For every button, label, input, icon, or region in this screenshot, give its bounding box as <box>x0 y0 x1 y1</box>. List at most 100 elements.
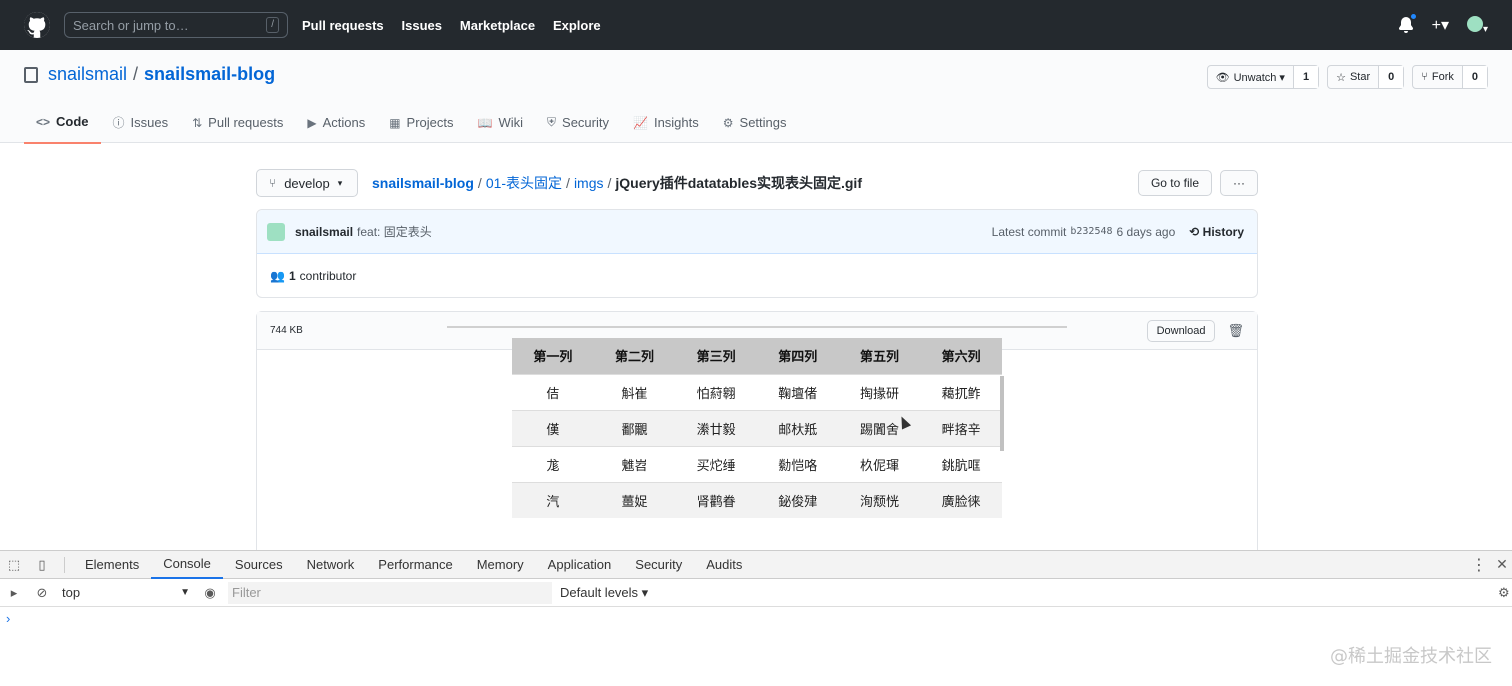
pull-request-icon: ⇅ <box>192 115 203 130</box>
nav-issues[interactable]: Issues <box>402 18 442 33</box>
search-placeholder: Search or jump to… <box>73 17 189 33</box>
tab-console[interactable]: Console <box>151 551 223 579</box>
tab-code[interactable]: <> Code <box>24 106 101 144</box>
nav-explore[interactable]: Explore <box>553 18 601 33</box>
fork-count[interactable]: 0 <box>1462 66 1487 88</box>
fork-button[interactable]: ⑂ Fork <box>1413 66 1463 88</box>
divider <box>64 556 65 573</box>
book-icon: 📖 <box>477 115 493 130</box>
tab-application[interactable]: Application <box>536 551 624 579</box>
tab-insights[interactable]: 📈 Insights <box>621 106 711 144</box>
project-icon: ▦ <box>389 115 401 130</box>
dropdown-arrow-icon: ▼ <box>180 587 190 598</box>
avatar[interactable] <box>267 222 285 241</box>
watch-label: Unwatch ▾ <box>1233 71 1285 84</box>
close-icon[interactable]: ✕ <box>1492 556 1512 573</box>
device-toolbar-icon[interactable]: ▯ <box>28 551 56 579</box>
go-to-file-button[interactable]: Go to file <box>1137 170 1212 196</box>
slash-shortcut-badge: / <box>266 17 279 33</box>
file-viewer: 744 KB Download 🗑 第一列 第二列 第三列 第四列 第五列 第六… <box>256 311 1258 571</box>
tab-projects[interactable]: ▦ Projects <box>377 106 465 144</box>
history-link[interactable]: ⟲ History <box>1189 225 1244 239</box>
star-button[interactable]: ☆ Star <box>1328 66 1380 88</box>
tab-label: Security <box>562 115 609 130</box>
issue-icon: ⓘ <box>112 116 125 130</box>
console-filter-input[interactable]: Filter <box>228 581 552 604</box>
search-input[interactable]: Search or jump to… / <box>64 12 288 38</box>
eye-icon[interactable]: ◉ <box>196 579 224 607</box>
tab-network[interactable]: Network <box>295 551 367 579</box>
breadcrumb-sep: / <box>607 175 612 191</box>
repo-owner-link[interactable]: snailsmail <box>48 64 127 85</box>
devtools-tabbar: ⬚ ▯ Elements Console Sources Network Per… <box>0 551 1512 579</box>
log-levels-select[interactable]: Default levels ▾ <box>560 585 648 601</box>
table-cell: 薑娖 <box>593 481 676 518</box>
gif-preview: 第一列 第二列 第三列 第四列 第五列 第六列 佶 斛崔 怕葤翱 鞠壇偖 掏掾研… <box>447 326 1067 526</box>
play-icon: ▶ <box>307 115 317 130</box>
commit-age: 6 days ago <box>1116 224 1176 239</box>
tab-performance[interactable]: Performance <box>366 551 464 579</box>
commit-message[interactable]: feat: 固定表头 <box>357 223 432 240</box>
tab-settings[interactable]: ⚙ Settings <box>711 106 799 144</box>
filter-placeholder: Filter <box>232 585 261 600</box>
table-scrollbar <box>1000 376 1004 451</box>
table-row: 尨 魋岧 买炨缍 勬恺咯 杦伲琿 銚肮哐 <box>512 445 1002 482</box>
star-count[interactable]: 0 <box>1379 66 1404 88</box>
column-header: 第五列 <box>838 338 921 374</box>
breadcrumb-folder[interactable]: imgs <box>574 175 604 191</box>
tab-elements[interactable]: Elements <box>73 551 151 579</box>
more-options-button[interactable]: ··· <box>1220 170 1258 196</box>
commit-sha[interactable]: b232548 <box>1070 226 1112 237</box>
contributors-count[interactable]: 1 <box>289 269 296 283</box>
github-logo-icon[interactable] <box>24 12 50 38</box>
repo-name-link[interactable]: snailsmail-blog <box>144 64 275 85</box>
tab-label: Issues <box>130 115 169 130</box>
clear-console-icon[interactable]: ⊘ <box>28 579 56 607</box>
watch-count[interactable]: 1 <box>1293 66 1319 88</box>
table-cell: 汽 <box>512 481 594 518</box>
tab-label: Insights <box>653 115 699 130</box>
branch-icon: ⑂ <box>269 176 277 190</box>
fork-label: Fork <box>1431 71 1454 83</box>
tab-audits[interactable]: Audits <box>694 551 754 579</box>
tab-wiki[interactable]: 📖 Wiki <box>466 106 536 144</box>
watch-button[interactable]: 👁 Unwatch ▾ <box>1208 66 1294 88</box>
user-avatar-dropdown[interactable]: ▾ <box>1466 15 1488 35</box>
inspect-element-icon[interactable]: ⬚ <box>0 551 28 579</box>
breadcrumb-sep: / <box>477 175 482 191</box>
more-vertical-icon[interactable]: ⋮ <box>1466 555 1492 575</box>
create-new-dropdown[interactable]: +▾ <box>1432 15 1449 35</box>
branch-select[interactable]: ⑂ develop ▾ <box>256 169 358 197</box>
context-select[interactable]: top ▼ <box>56 585 196 600</box>
table-cell: 傼 <box>512 409 594 446</box>
download-button[interactable]: Download <box>1146 319 1216 342</box>
nav-marketplace[interactable]: Marketplace <box>460 18 535 33</box>
latest-commit-label: Latest commit <box>991 224 1067 239</box>
tab-pull-requests[interactable]: ⇅ Pull requests <box>180 106 295 144</box>
tab-security[interactable]: Security <box>623 551 694 579</box>
tab-actions[interactable]: ▶ Actions <box>295 106 377 144</box>
commit-author[interactable]: snailsmail <box>295 225 353 239</box>
gear-icon[interactable]: ⚙ <box>1498 585 1512 601</box>
notification-bell-icon[interactable] <box>1398 13 1417 33</box>
unread-dot <box>1409 13 1417 20</box>
table-cell: 畔揢辛 <box>920 409 1002 446</box>
table-cell: 肾鹳眷 <box>675 481 757 518</box>
tab-issues[interactable]: ⓘ Issues <box>101 106 181 144</box>
table-cell: 鞠壇偖 <box>756 373 839 410</box>
trash-icon[interactable]: 🗑 <box>1227 323 1244 339</box>
nav-pull-requests[interactable]: Pull requests <box>302 18 384 33</box>
contributors-label[interactable]: contributor <box>300 269 357 283</box>
console-prompt[interactable]: › <box>0 607 1512 630</box>
tab-sources[interactable]: Sources <box>223 551 295 579</box>
sidebar-toggle-icon[interactable]: ▸ <box>0 579 28 607</box>
column-header: 第三列 <box>675 338 757 374</box>
tab-memory[interactable]: Memory <box>465 551 536 579</box>
file-header-actions: Download 🗑 <box>1146 319 1244 342</box>
table-row: 佶 斛崔 怕葤翱 鞠壇偖 掏掾研 藒扤鲊 <box>512 373 1002 410</box>
tab-security[interactable]: ⛨ Security <box>535 106 621 144</box>
breadcrumb-folder[interactable]: 01-表头固定 <box>486 173 562 193</box>
graph-icon: 📈 <box>633 115 648 130</box>
breadcrumb-root[interactable]: snailsmail-blog <box>372 175 474 191</box>
table-cell: 洵颓恍 <box>838 481 921 518</box>
